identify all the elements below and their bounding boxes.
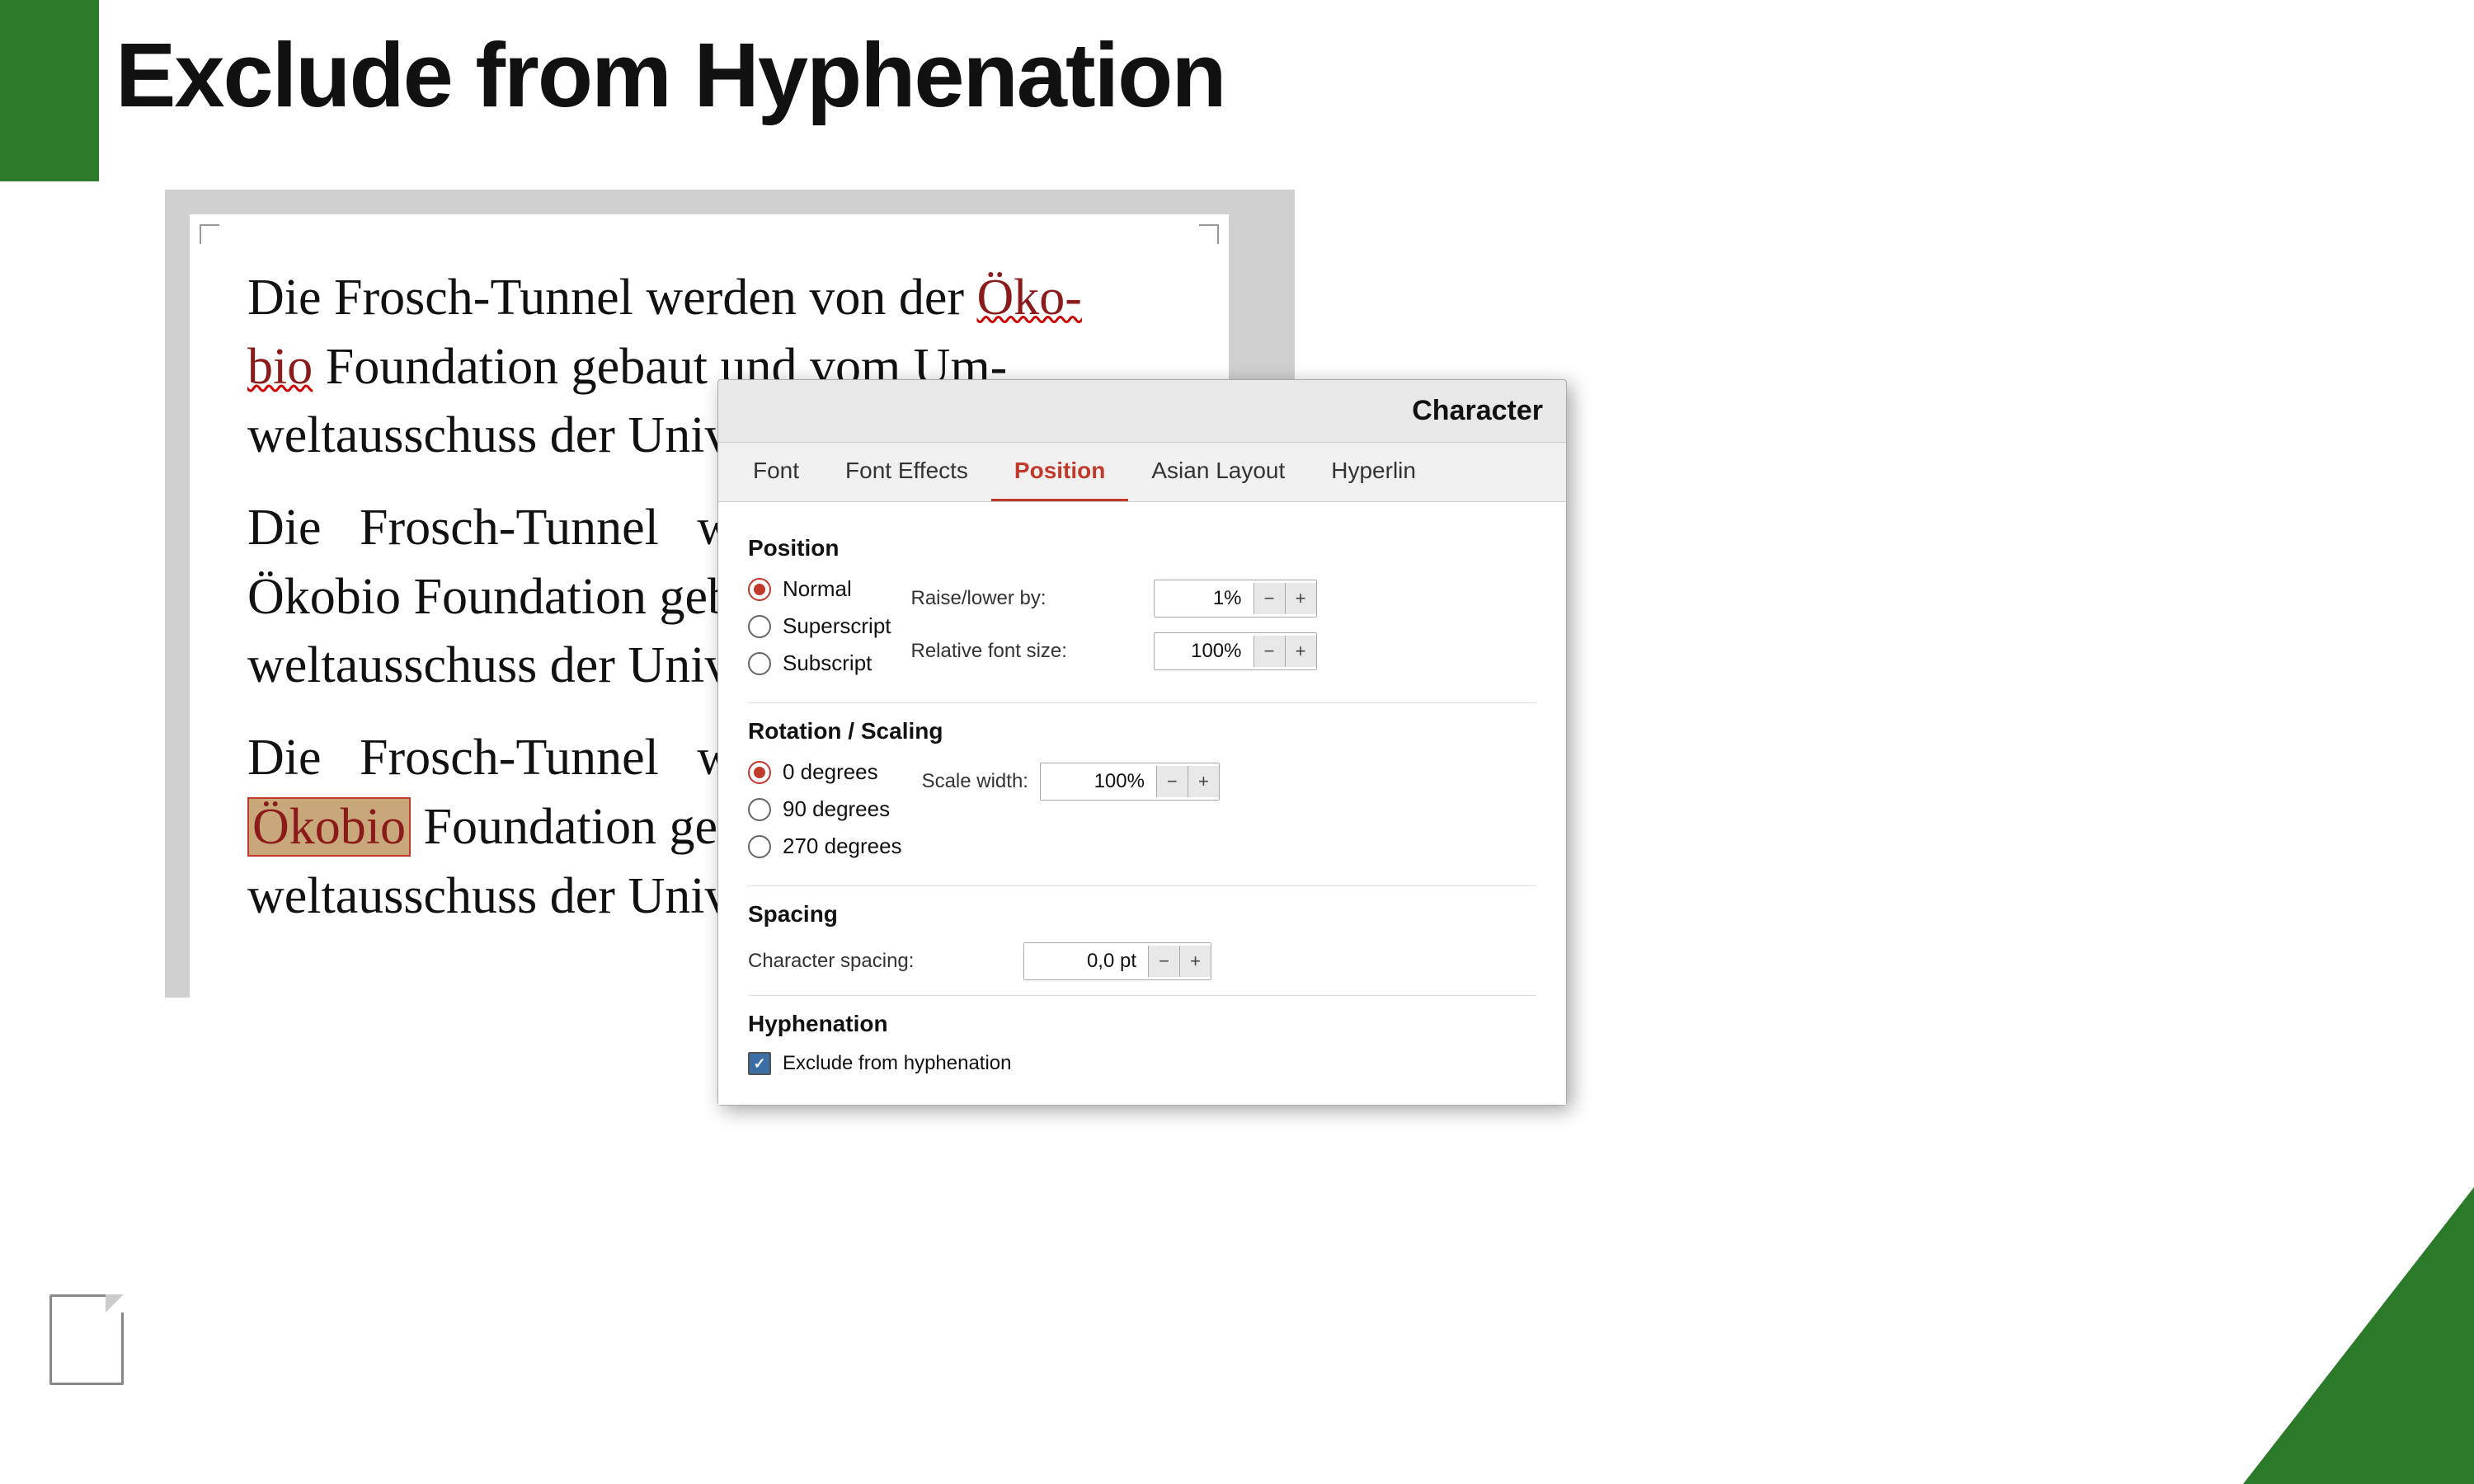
position-section-heading: Position <box>748 535 1536 561</box>
radio-0deg[interactable] <box>748 761 771 784</box>
tab-font-effects[interactable]: Font Effects <box>822 443 991 501</box>
radio-item-90deg[interactable]: 90 degrees <box>748 796 902 822</box>
word-oko: Öko- <box>977 270 1082 326</box>
divider-2 <box>748 885 1536 886</box>
divider-1 <box>748 702 1536 703</box>
character-spacing-label: Character spacing: <box>748 950 1012 973</box>
position-spinbox-col: Raise/lower by: − + Relative font size: … <box>911 580 1537 670</box>
tab-font[interactable]: Font <box>730 443 822 501</box>
relative-font-increment[interactable]: + <box>1285 636 1316 667</box>
character-spacing-spinbox[interactable]: − + <box>1023 942 1211 980</box>
raise-lower-label: Raise/lower by: <box>911 587 1142 610</box>
radio-superscript[interactable] <box>748 615 771 638</box>
corner-decoration-bottom-right <box>2243 1187 2474 1484</box>
radio-0deg-label: 0 degrees <box>783 759 878 785</box>
libreoffice-logo <box>49 1294 148 1418</box>
raise-lower-increment[interactable]: + <box>1285 583 1316 614</box>
raise-lower-spinbox[interactable]: − + <box>1154 580 1317 618</box>
radio-270deg-label: 270 degrees <box>783 834 902 859</box>
scale-label: Scale width: <box>922 770 1028 793</box>
radio-item-0deg[interactable]: 0 degrees <box>748 759 902 785</box>
radio-item-normal[interactable]: Normal <box>748 576 891 602</box>
radio-item-270deg[interactable]: 270 degrees <box>748 834 902 859</box>
word-bio: bio <box>247 339 313 395</box>
relative-font-spinbox[interactable]: − + <box>1154 632 1317 670</box>
corner-decoration-top-left <box>0 0 99 181</box>
exclude-hyphenation-checkbox[interactable] <box>748 1052 771 1075</box>
rotation-section-heading: Rotation / Scaling <box>748 718 1536 744</box>
radio-subscript[interactable] <box>748 652 771 675</box>
character-dialog: Character Font Font Effects Position Asi… <box>717 379 1567 1106</box>
dialog-titlebar: Character <box>718 380 1566 443</box>
scale-spinbox[interactable]: − + <box>1040 763 1220 801</box>
raise-lower-row: Raise/lower by: − + <box>911 580 1537 618</box>
corner-mark-tl <box>200 224 219 244</box>
spacing-row: Character spacing: − + <box>748 942 1536 980</box>
radio-subscript-label: Subscript <box>783 650 872 676</box>
radio-item-subscript[interactable]: Subscript <box>748 650 891 676</box>
position-radio-col: Normal Superscript Subscript <box>748 576 891 688</box>
exclude-hyphenation-label: Exclude from hyphenation <box>783 1052 1012 1075</box>
relative-font-decrement[interactable]: − <box>1253 636 1285 667</box>
raise-lower-decrement[interactable]: − <box>1253 583 1285 614</box>
lo-logo-page <box>49 1294 124 1385</box>
word-okobio-highlighted: Ökobio <box>247 797 411 857</box>
relative-font-row: Relative font size: − + <box>911 632 1537 670</box>
character-spacing-increment[interactable]: + <box>1179 946 1211 977</box>
corner-mark-tr <box>1199 224 1219 244</box>
rotation-radio-group: 0 degrees 90 degrees 270 degrees <box>748 759 902 859</box>
radio-superscript-label: Superscript <box>783 613 891 639</box>
position-radio-group: Normal Superscript Subscript <box>748 576 891 676</box>
tab-asian-layout[interactable]: Asian Layout <box>1128 443 1308 501</box>
radio-normal[interactable] <box>748 578 771 601</box>
scale-increment[interactable]: + <box>1188 766 1219 797</box>
rotation-radio-col: 0 degrees 90 degrees 270 degrees <box>748 759 902 871</box>
radio-normal-label: Normal <box>783 576 852 602</box>
rotation-layout: 0 degrees 90 degrees 270 degrees Scale w… <box>748 759 1536 871</box>
character-spacing-input[interactable] <box>1024 943 1148 979</box>
scale-col: Scale width: − + <box>922 763 1536 801</box>
scale-decrement[interactable]: − <box>1156 766 1188 797</box>
tab-position[interactable]: Position <box>991 443 1128 501</box>
radio-90deg-label: 90 degrees <box>783 796 890 822</box>
raise-lower-input[interactable] <box>1155 580 1253 617</box>
spacing-section-heading: Spacing <box>748 901 1536 928</box>
radio-90deg[interactable] <box>748 798 771 821</box>
exclude-hyphenation-row[interactable]: Exclude from hyphenation <box>748 1052 1536 1075</box>
radio-item-superscript[interactable]: Superscript <box>748 613 891 639</box>
hyphenation-section-heading: Hyphenation <box>748 1011 1536 1037</box>
tab-hyperlink[interactable]: Hyperlin <box>1308 443 1439 501</box>
relative-font-input[interactable] <box>1155 633 1253 669</box>
position-layout: Normal Superscript Subscript <box>748 576 1536 688</box>
page-title: Exclude from Hyphenation <box>115 23 1225 128</box>
divider-3 <box>748 995 1536 996</box>
dialog-title: Character <box>1412 395 1543 426</box>
radio-270deg[interactable] <box>748 835 771 858</box>
dialog-body: Position Normal Superscript <box>718 502 1566 1105</box>
character-spacing-decrement[interactable]: − <box>1148 946 1179 977</box>
scale-input[interactable] <box>1041 763 1156 800</box>
relative-font-label: Relative font size: <box>911 640 1142 663</box>
dialog-tabs: Font Font Effects Position Asian Layout … <box>718 443 1566 502</box>
